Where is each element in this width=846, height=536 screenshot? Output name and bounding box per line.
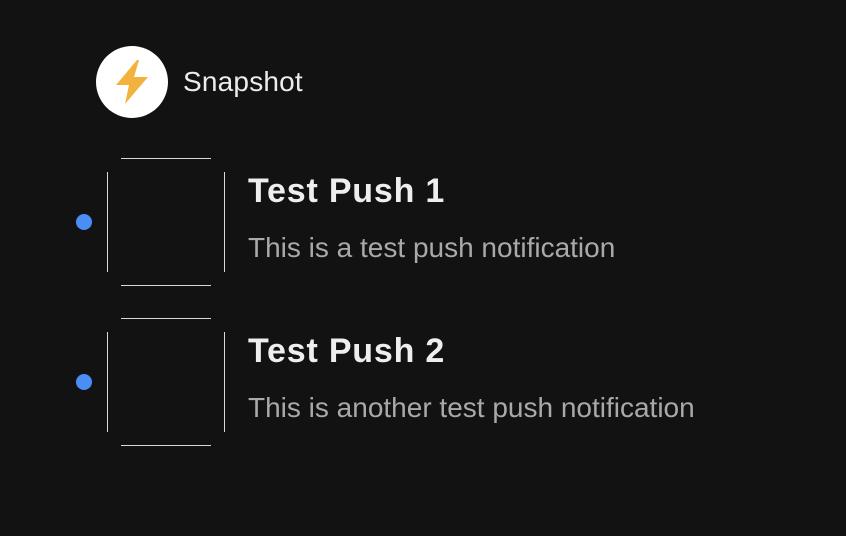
app-header: Snapshot bbox=[96, 46, 303, 118]
unread-indicator bbox=[76, 214, 92, 230]
notification-item[interactable]: Test Push 1 This is a test push notifica… bbox=[0, 158, 846, 286]
notification-thumbnail bbox=[107, 158, 225, 286]
app-logo bbox=[96, 46, 168, 118]
notification-thumbnail bbox=[107, 318, 225, 446]
app-name: Snapshot bbox=[183, 66, 303, 97]
unread-indicator bbox=[76, 374, 92, 390]
lightning-bolt-icon bbox=[116, 60, 148, 104]
notification-title: Test Push 1 bbox=[248, 172, 446, 210]
notification-item[interactable]: Test Push 2 This is another test push no… bbox=[0, 318, 846, 446]
notification-body: This is another test push notification bbox=[248, 392, 695, 423]
notification-title: Test Push 2 bbox=[248, 332, 446, 370]
notification-body: This is a test push notification bbox=[248, 232, 616, 263]
